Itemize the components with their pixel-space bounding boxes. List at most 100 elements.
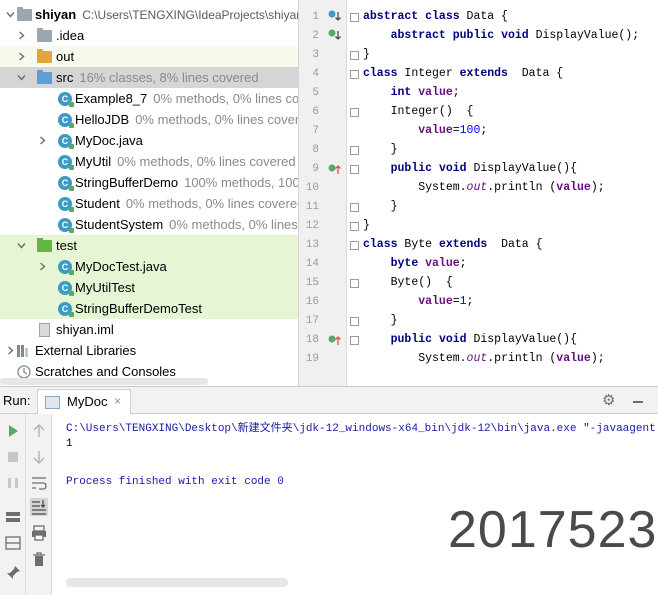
code-line: }	[363, 48, 370, 61]
arrow-up-icon[interactable]	[30, 422, 48, 440]
tree-label-shiyan-iml: shiyan.iml	[56, 322, 114, 337]
tree-row-idea[interactable]: .idea	[0, 25, 298, 46]
fold-icon[interactable]	[350, 165, 359, 174]
class-icon: C	[58, 197, 74, 212]
chevron-right-icon[interactable]	[6, 346, 15, 355]
line-number: 5	[312, 87, 319, 99]
chevron-down-icon[interactable]	[17, 241, 26, 250]
trash-icon[interactable]	[30, 550, 48, 568]
implemented-icon[interactable]	[327, 10, 341, 24]
line-number: 1	[312, 11, 319, 23]
fold-icon[interactable]	[350, 108, 359, 117]
tree-row-out[interactable]: out	[0, 46, 298, 67]
tree-horizontal-scrollbar[interactable]	[0, 378, 208, 385]
coverage-hellojdb: 0% methods, 0% lines covered	[135, 112, 298, 127]
line-number: 16	[305, 296, 319, 308]
line-number: 10	[305, 182, 319, 194]
overrides-icon[interactable]	[327, 162, 341, 176]
tree-row-mydoctest-java[interactable]: C MyDocTest.java	[0, 256, 298, 277]
code-line: System.out.println (value);	[418, 352, 605, 365]
minimize-icon[interactable]	[631, 391, 645, 405]
close-icon[interactable]: ×	[114, 394, 121, 408]
scratches-icon	[17, 365, 31, 379]
fold-icon[interactable]	[350, 146, 359, 155]
folder-icon	[17, 7, 32, 21]
code-line: byte value;	[390, 257, 467, 270]
class-icon: C	[58, 113, 74, 128]
coverage-studentsystem: 0% methods, 0% lines covered	[169, 217, 298, 232]
fold-icon[interactable]	[350, 279, 359, 288]
code-line: System.out.println (value);	[418, 181, 605, 194]
chevron-right-icon[interactable]	[17, 31, 26, 40]
coverage-src: 16% classes, 8% lines covered	[79, 70, 259, 85]
tree-row-hellojdb[interactable]: C HelloJDB 0% methods, 0% lines covered	[0, 109, 298, 130]
coverage-myutil: 0% methods, 0% lines covered	[117, 154, 296, 169]
code-editor[interactable]: 1 2 3 4 5 6 7 8 9 10 11 12 13 14 15 16 1…	[298, 0, 658, 386]
stop-icon[interactable]	[4, 448, 22, 466]
tree-label-idea: .idea	[56, 28, 85, 43]
line-number: 7	[312, 125, 319, 137]
tree-row-stringbufferdemotest[interactable]: C StringBufferDemoTest	[0, 298, 298, 319]
fold-icon[interactable]	[350, 317, 359, 326]
scroll-to-end-icon[interactable]	[30, 498, 48, 516]
run-toolbar-secondary	[26, 414, 52, 595]
run-tab-mydoc[interactable]: MyDoc ×	[37, 389, 131, 414]
tree-row-shiyan-iml[interactable]: shiyan.iml	[0, 319, 298, 340]
tree-row-src[interactable]: src 16% classes, 8% lines covered	[0, 67, 298, 88]
code-line: public void DisplayValue(){	[390, 162, 577, 175]
chevron-down-icon[interactable]	[6, 10, 15, 19]
pause-icon[interactable]	[4, 474, 22, 492]
coverage-example8-7: 0% methods, 0% lines covered	[153, 91, 298, 106]
tree-row-myutil[interactable]: C MyUtil 0% methods, 0% lines covered	[0, 151, 298, 172]
chevron-right-icon[interactable]	[17, 52, 26, 61]
class-icon: C	[58, 92, 74, 107]
run-tool-window: Run: MyDoc × ⚙ C:\Users\TENGXING\Desktop…	[0, 386, 658, 595]
tree-row-test[interactable]: test	[0, 235, 298, 256]
line-number: 18	[305, 334, 319, 346]
rerun-icon[interactable]	[4, 422, 22, 440]
code-line: class Integer extends Data {	[363, 67, 564, 80]
module-file-icon	[39, 323, 50, 337]
chevron-down-icon[interactable]	[17, 73, 26, 82]
soft-wrap-icon[interactable]	[30, 474, 48, 492]
tree-row-mydoc-java[interactable]: C MyDoc.java	[0, 130, 298, 151]
tree-row-studentsystem[interactable]: C StudentSystem 0% methods, 0% lines cove…	[0, 214, 298, 235]
gear-icon[interactable]: ⚙	[602, 391, 615, 409]
fold-icon[interactable]	[350, 70, 359, 79]
print-icon[interactable]	[30, 524, 48, 542]
line-number: 17	[305, 315, 319, 327]
tree-row-example8-7[interactable]: C Example8_7 0% methods, 0% lines covered	[0, 88, 298, 109]
java-file-icon: C	[58, 260, 74, 275]
tree-row-stringbufferdemo[interactable]: C StringBufferDemo 100% methods, 100% lin…	[0, 172, 298, 193]
arrow-down-icon[interactable]	[30, 448, 48, 466]
restore-layout-icon[interactable]	[4, 534, 22, 552]
line-number: 12	[305, 220, 319, 232]
layout-icon[interactable]	[4, 508, 22, 526]
student-id-watermark: 20175230	[448, 501, 658, 559]
chevron-right-icon[interactable]	[38, 136, 47, 145]
test-class-icon: C	[58, 281, 74, 296]
fold-icon[interactable]	[350, 203, 359, 212]
console-horizontal-scrollbar[interactable]	[66, 578, 288, 587]
overrides-icon[interactable]	[327, 333, 341, 347]
tree-row-external-libraries[interactable]: External Libraries	[0, 340, 298, 361]
tree-label-src: src	[56, 70, 74, 85]
line-number: 8	[312, 144, 319, 156]
line-number: 19	[305, 353, 319, 365]
fold-icon[interactable]	[350, 222, 359, 231]
pin-icon[interactable]	[4, 564, 22, 582]
fold-icon[interactable]	[350, 51, 359, 60]
project-path: C:\Users\TENGXING\IdeaProjects\shiyan	[82, 8, 298, 22]
tree-row-myutiltest[interactable]: C MyUtilTest	[0, 277, 298, 298]
chevron-right-icon[interactable]	[38, 262, 47, 271]
console-icon	[45, 396, 60, 409]
fold-icon[interactable]	[350, 241, 359, 250]
tree-row-student[interactable]: C Student 0% methods, 0% lines covered	[0, 193, 298, 214]
source-folder-icon	[37, 70, 52, 84]
tree-label-out: out	[56, 49, 75, 64]
fold-icon[interactable]	[350, 13, 359, 22]
implemented-icon[interactable]	[327, 29, 341, 43]
fold-icon[interactable]	[350, 336, 359, 345]
tree-label-hellojdb: HelloJDB	[75, 112, 130, 127]
tree-row-project-root[interactable]: shiyan C:\Users\TENGXING\IdeaProjects\shi…	[0, 4, 298, 25]
